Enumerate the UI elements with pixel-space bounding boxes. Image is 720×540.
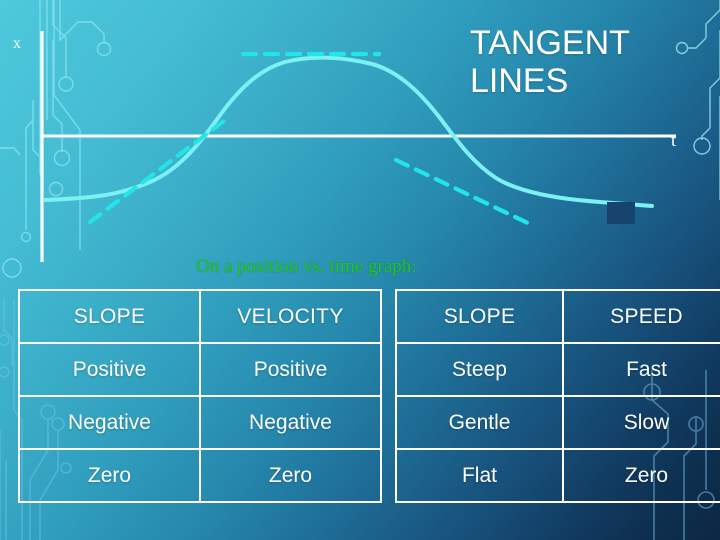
x-axis-label: t [671,130,676,150]
tangent-line-positive [87,115,231,225]
slope-velocity-table: SLOPE VELOCITY Positive Positive Negativ… [18,289,382,503]
slide-canvas: x t TANGENT LINES On a position vs. time… [0,0,720,540]
table-cell: Negative [18,395,201,450]
slide-title-line-2: LINES [470,62,569,100]
table-row: Zero Zero [18,448,382,503]
slide-title-line-1: TANGENT [470,24,630,62]
table-cell: Slow [562,395,720,450]
table-header-cell: SLOPE [395,289,564,344]
table-row: Positive Positive [18,342,382,397]
table-row: SLOPE SPEED [395,289,720,344]
table-row: SLOPE VELOCITY [18,289,382,344]
table-row: Negative Negative [18,395,382,450]
table-header-cell: SPEED [562,289,720,344]
table-cell: Zero [562,448,720,503]
table-cell: Positive [18,342,201,397]
table-cell: Positive [199,342,382,397]
table-header-cell: VELOCITY [199,289,382,344]
table-row: Steep Fast [395,342,720,397]
table-cell: Negative [199,395,382,450]
graph-caption: On a position vs. time graph: [196,256,417,277]
slide-title: TANGENT LINES [470,24,700,100]
table-cell: Fast [562,342,720,397]
table-cell: Zero [199,448,382,503]
table-row: Gentle Slow [395,395,720,450]
slope-speed-table: SLOPE SPEED Steep Fast Gentle Slow Flat … [395,289,720,503]
table-cell: Flat [395,448,564,503]
table-header-cell: SLOPE [18,289,201,344]
table-cell: Gentle [395,395,564,450]
tangent-line-negative [393,157,537,229]
navy-swatch [607,202,635,224]
table-row: Flat Zero [395,448,720,503]
table-cell: Steep [395,342,564,397]
table-cell: Zero [18,448,201,503]
y-axis-label: x [13,35,21,52]
